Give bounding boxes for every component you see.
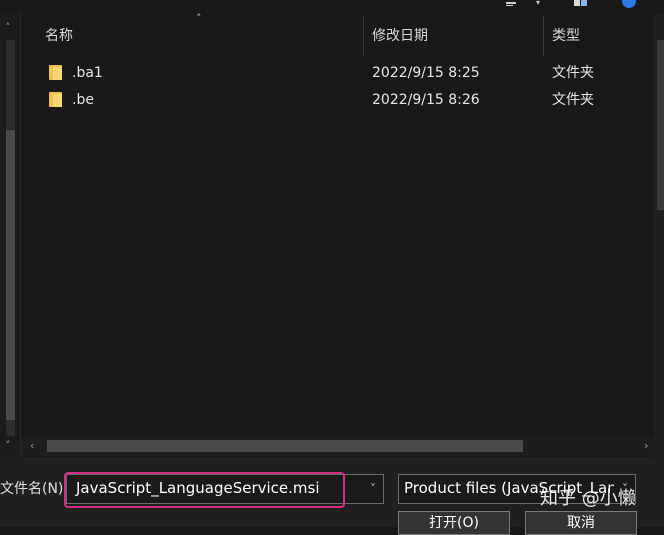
top-toolbar: ▾: [0, 0, 664, 14]
view-options-icon[interactable]: [506, 0, 520, 8]
folder-icon: [49, 92, 63, 107]
help-icon[interactable]: [622, 0, 636, 8]
left-scrollbar-thumb[interactable]: [6, 130, 15, 420]
scroll-right-arrow-icon[interactable]: ›: [644, 440, 648, 452]
column-divider[interactable]: [363, 16, 364, 56]
chevron-down-icon[interactable]: ▾: [536, 0, 544, 8]
right-scrollbar-thumb[interactable]: [657, 40, 664, 210]
column-header-date-modified[interactable]: 修改日期: [372, 16, 428, 56]
column-header-name[interactable]: 名称: [45, 16, 73, 56]
open-button[interactable]: 打开(O): [398, 511, 510, 535]
file-row[interactable]: .ba1 2022/9/15 8:25 文件夹: [21, 60, 654, 86]
sort-ascending-icon: ˄: [196, 12, 202, 25]
watermark: 知乎 @小懒: [540, 488, 636, 509]
horizontal-scrollbar-thumb[interactable]: [47, 440, 523, 452]
scroll-up-arrow-icon[interactable]: ˄: [5, 22, 11, 34]
file-name: .be: [72, 92, 94, 108]
file-type: 文件夹: [552, 65, 594, 81]
filename-highlight-box: [64, 472, 345, 508]
chevron-down-icon[interactable]: ˅: [362, 474, 384, 504]
file-date: 2022/9/15 8:25: [372, 65, 480, 81]
file-row[interactable]: .be 2022/9/15 8:26 文件夹: [21, 87, 654, 113]
column-header-type[interactable]: 类型: [552, 16, 580, 56]
scroll-left-arrow-icon[interactable]: ‹: [30, 440, 34, 452]
file-type: 文件夹: [552, 92, 594, 108]
file-date: 2022/9/15 8:26: [372, 92, 480, 108]
scroll-down-arrow-icon[interactable]: ˅: [5, 440, 11, 452]
pane-icon[interactable]: [574, 0, 588, 8]
filename-label: 文件名(N):: [0, 481, 69, 497]
folder-icon: [49, 65, 63, 80]
file-name: .ba1: [72, 65, 103, 81]
column-divider[interactable]: [543, 16, 544, 56]
cancel-button[interactable]: 取消: [525, 511, 637, 535]
